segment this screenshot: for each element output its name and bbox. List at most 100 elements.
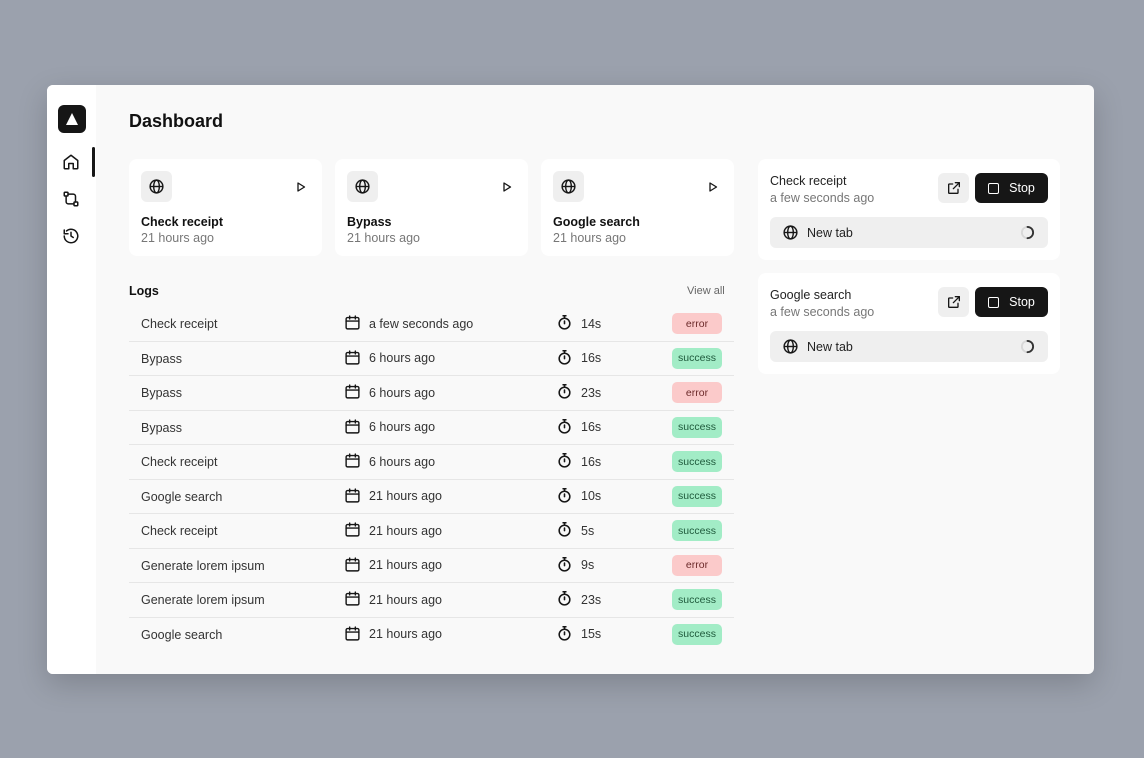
log-workflow-name: Generate lorem ipsum bbox=[141, 558, 265, 573]
status-badge: success bbox=[672, 451, 722, 472]
sidebar-active-indicator bbox=[92, 147, 95, 177]
page-title: Dashboard bbox=[129, 111, 224, 131]
workflow-card[interactable]: Google search 21 hours ago bbox=[541, 159, 734, 256]
log-date-text: 21 hours ago bbox=[369, 523, 442, 538]
calendar-icon bbox=[345, 384, 360, 399]
log-date: 21 hours ago bbox=[344, 590, 442, 607]
globe-icon-box bbox=[347, 171, 378, 202]
log-duration-text: 5s bbox=[581, 523, 595, 538]
log-row[interactable]: Bypass 6 hours ago 16s success bbox=[129, 411, 734, 445]
log-duration-text: 14s bbox=[581, 316, 602, 331]
log-date: 6 hours ago bbox=[344, 418, 435, 435]
log-date-text: 21 hours ago bbox=[369, 558, 442, 572]
running-card: Google search a few seconds ago Stop New… bbox=[758, 273, 1060, 374]
status-badge: success bbox=[672, 485, 722, 507]
sidebar-item-history[interactable] bbox=[59, 224, 83, 248]
status-badge: error bbox=[672, 313, 722, 334]
log-row[interactable]: Generate lorem ipsum 21 hours ago 9s error bbox=[129, 549, 734, 583]
stop-button[interactable]: Stop bbox=[975, 173, 1048, 203]
log-date: 6 hours ago bbox=[344, 383, 435, 400]
log-date: 6 hours ago bbox=[344, 349, 435, 366]
status-badge: success bbox=[672, 520, 722, 541]
log-row[interactable]: Google search 21 hours ago 15s success bbox=[129, 618, 734, 653]
log-workflow-name: Bypass bbox=[141, 351, 182, 366]
running-card: Check receipt a few seconds ago Stop New… bbox=[758, 159, 1060, 260]
browser-tab-row[interactable]: New tab bbox=[770, 331, 1048, 362]
history-icon bbox=[63, 228, 79, 244]
stop-button[interactable]: Stop bbox=[975, 287, 1048, 317]
workflow-icon bbox=[63, 191, 79, 207]
play-icon bbox=[709, 182, 718, 192]
log-duration-text: 23s bbox=[581, 385, 602, 400]
status-badge: error bbox=[672, 554, 722, 576]
log-date-text: 6 hours ago bbox=[369, 385, 436, 400]
workflow-card-time: 21 hours ago bbox=[141, 231, 214, 245]
globe-icon-box bbox=[141, 171, 172, 202]
workflow-card[interactable]: Bypass 21 hours ago bbox=[335, 159, 528, 256]
open-external-button[interactable] bbox=[938, 173, 969, 203]
stopwatch-icon bbox=[558, 383, 571, 399]
stopwatch-icon bbox=[558, 314, 571, 330]
log-duration: 23s bbox=[556, 383, 601, 400]
loading-spinner-icon bbox=[1020, 225, 1035, 240]
play-icon bbox=[297, 182, 306, 192]
home-icon bbox=[63, 154, 79, 170]
log-duration: 9s bbox=[556, 556, 594, 573]
log-workflow-name: Google search bbox=[141, 489, 223, 504]
log-row[interactable]: Google search 21 hours ago 10s success bbox=[129, 480, 734, 514]
play-button[interactable] bbox=[704, 178, 722, 196]
log-duration-text: 10s bbox=[581, 489, 602, 503]
workflow-card-time: 21 hours ago bbox=[347, 231, 420, 245]
log-date: 6 hours ago bbox=[344, 452, 435, 469]
app-window: Dashboard Check receipt 21 hours ago Byp… bbox=[47, 85, 1094, 674]
sidebar bbox=[47, 85, 96, 674]
workflow-card-time: 21 hours ago bbox=[553, 231, 626, 245]
log-duration-text: 16s bbox=[581, 351, 602, 365]
log-date: 21 hours ago bbox=[344, 556, 442, 573]
log-duration-text: 23s bbox=[581, 592, 602, 607]
log-date: 21 hours ago bbox=[344, 625, 442, 642]
external-link-icon bbox=[947, 296, 960, 308]
globe-icon bbox=[783, 339, 798, 354]
status-badge: error bbox=[672, 382, 722, 403]
main-content: Dashboard Check receipt 21 hours ago Byp… bbox=[96, 85, 1094, 674]
play-button[interactable] bbox=[292, 178, 310, 196]
logs-title: Logs bbox=[129, 284, 159, 298]
stopwatch-icon bbox=[558, 418, 571, 434]
open-external-button[interactable] bbox=[938, 287, 969, 317]
status-badge: success bbox=[672, 347, 722, 369]
globe-icon bbox=[561, 179, 576, 194]
log-workflow-name: Bypass bbox=[141, 420, 182, 435]
log-row[interactable]: Check receipt 6 hours ago 16s success bbox=[129, 445, 734, 480]
app-logo[interactable] bbox=[58, 105, 86, 133]
log-row[interactable]: Bypass 6 hours ago 23s error bbox=[129, 376, 734, 411]
stopwatch-icon bbox=[558, 590, 571, 606]
sidebar-item-home[interactable] bbox=[59, 150, 83, 174]
running-title: Check receipt bbox=[770, 174, 847, 188]
play-icon bbox=[503, 182, 512, 192]
log-row[interactable]: Check receipt 21 hours ago 5s success bbox=[129, 514, 734, 549]
stopwatch-icon bbox=[558, 521, 571, 537]
view-all-link[interactable]: View all bbox=[687, 285, 725, 297]
stopwatch-icon bbox=[558, 556, 571, 572]
browser-tab-row[interactable]: New tab bbox=[770, 217, 1048, 248]
running-time: a few seconds ago bbox=[770, 191, 875, 205]
sidebar-item-workflows[interactable] bbox=[59, 187, 83, 211]
globe-icon-box bbox=[553, 171, 584, 202]
log-row[interactable]: Bypass 6 hours ago 16s success bbox=[129, 342, 734, 376]
log-date-text: 21 hours ago bbox=[369, 592, 442, 607]
external-link-icon bbox=[947, 182, 960, 194]
log-duration-text: 16s bbox=[581, 454, 602, 469]
log-row[interactable]: Check receipt a few seconds ago 14s error bbox=[129, 307, 734, 342]
log-date: 21 hours ago bbox=[344, 521, 442, 538]
calendar-icon bbox=[345, 315, 360, 330]
log-date-text: 21 hours ago bbox=[369, 489, 442, 503]
status-badge: success bbox=[672, 623, 722, 645]
log-workflow-name: Generate lorem ipsum bbox=[141, 593, 265, 607]
log-row[interactable]: Generate lorem ipsum 21 hours ago 23s succe… bbox=[129, 583, 734, 618]
play-button[interactable] bbox=[498, 178, 516, 196]
log-workflow-name: Check receipt bbox=[141, 455, 218, 469]
workflow-card[interactable]: Check receipt 21 hours ago bbox=[129, 159, 322, 256]
calendar-icon bbox=[345, 625, 360, 641]
globe-icon bbox=[149, 179, 164, 194]
